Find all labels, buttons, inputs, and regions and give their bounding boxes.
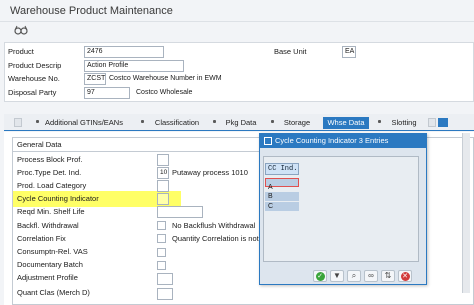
cancel-button[interactable]: ✕ bbox=[398, 270, 412, 282]
search-icon: ⌕ bbox=[351, 271, 357, 280]
popup-row-b[interactable]: B bbox=[268, 193, 273, 200]
close-icon: ✕ bbox=[400, 272, 410, 281]
row-label: Consumptn-Rel. VAS bbox=[17, 247, 88, 256]
glasses-icon[interactable] bbox=[14, 25, 28, 35]
adjustment-profile-field[interactable] bbox=[157, 273, 173, 285]
popup-title: Cycle Counting Indicator 3 Entries bbox=[275, 136, 389, 145]
reqd-min-shelf-life-field[interactable] bbox=[157, 206, 203, 218]
group-title-line bbox=[13, 151, 260, 152]
sort-button[interactable]: ⇅ bbox=[381, 270, 395, 282]
row-label: Process Block Prof. bbox=[17, 155, 83, 164]
window-title: Warehouse Product Maintenance bbox=[10, 5, 173, 17]
title-bar: Warehouse Product Maintenance bbox=[0, 0, 474, 22]
row-desc: Putaway process 1010 bbox=[172, 168, 248, 177]
warehouse-label: Warehouse No. bbox=[8, 74, 60, 83]
tab-classification[interactable]: Classification bbox=[146, 117, 208, 129]
row-label: Cycle Counting Indicator bbox=[17, 194, 99, 203]
row-label: Backfl. Withdrawal bbox=[17, 221, 79, 230]
backflush-checkbox[interactable] bbox=[157, 221, 166, 230]
tab-separator-icon bbox=[213, 120, 216, 123]
confirm-button[interactable]: ✓ bbox=[313, 270, 327, 282]
tab-whse-data[interactable]: Whse Data bbox=[323, 117, 369, 129]
row-label: Documentary Batch bbox=[17, 260, 83, 269]
documentary-batch-checkbox[interactable] bbox=[157, 261, 166, 270]
tab-separator-icon bbox=[141, 120, 144, 123]
tab-slotting[interactable]: Slotting bbox=[384, 117, 424, 129]
cycle-counting-field[interactable] bbox=[157, 193, 169, 205]
product-descrip-label: Product Descrip bbox=[8, 61, 62, 70]
tab-storage[interactable]: Storage bbox=[276, 117, 318, 129]
row-label: Proc.Type Det. Ind. bbox=[17, 168, 82, 177]
search-button[interactable]: ⌕ bbox=[347, 270, 361, 282]
warehouse-code-field[interactable]: ZCST bbox=[84, 73, 106, 85]
warehouse-desc: Costco Warehouse Number in EWM bbox=[109, 75, 222, 82]
disposal-code-field[interactable]: 97 bbox=[84, 87, 130, 99]
disposal-desc: Costco Wholesale bbox=[136, 89, 193, 96]
row-desc: Quantity Correlation is not bbox=[172, 234, 259, 243]
product-field[interactable]: 2476 bbox=[84, 46, 164, 58]
row-label: Reqd Min. Shelf Life bbox=[17, 207, 85, 216]
popup-row-c[interactable]: C bbox=[268, 203, 273, 210]
row-label: Quant Clas (Merch D) bbox=[17, 288, 90, 297]
toolbar bbox=[0, 22, 474, 40]
find-next-button[interactable]: ∞ bbox=[364, 270, 378, 282]
tab-pkg-data[interactable]: Pkg Data bbox=[218, 117, 264, 129]
proc-type-det-field[interactable]: 10 bbox=[157, 167, 169, 179]
tab-scroll-right-icon[interactable] bbox=[428, 118, 436, 127]
prod-load-category-field[interactable] bbox=[157, 180, 169, 192]
filter-button[interactable]: ▼ bbox=[330, 270, 344, 282]
popup-window-icon bbox=[264, 137, 272, 145]
popup-column-header[interactable]: CC Ind. bbox=[265, 163, 299, 175]
tab-separator-icon bbox=[378, 120, 381, 123]
quant-clas-field[interactable] bbox=[157, 288, 173, 300]
tab-list-icon[interactable] bbox=[438, 118, 448, 127]
scrollbar[interactable] bbox=[462, 133, 470, 293]
tab-separator-icon bbox=[36, 120, 39, 123]
correlation-fix-checkbox[interactable] bbox=[157, 234, 166, 243]
tab-additional-gtins[interactable]: Additional GTINs/EANs bbox=[40, 117, 128, 129]
disposal-label: Disposal Party bbox=[8, 88, 57, 97]
process-block-field[interactable] bbox=[157, 154, 169, 166]
check-icon: ✓ bbox=[315, 272, 325, 281]
popup-row-a[interactable]: A bbox=[268, 184, 273, 191]
header-panel bbox=[4, 42, 474, 102]
product-descrip-field[interactable]: Action Profile bbox=[84, 60, 184, 72]
tab-separator-icon bbox=[271, 120, 274, 123]
filter-icon: ▼ bbox=[333, 271, 341, 280]
sort-icon: ⇅ bbox=[384, 271, 392, 280]
product-label: Product bbox=[8, 47, 34, 56]
general-data-title: General Data bbox=[17, 140, 62, 149]
base-unit-field[interactable]: EA bbox=[342, 46, 356, 58]
row-desc: No Backflush Withdrawal bbox=[172, 221, 256, 230]
row-label: Adjustment Profile bbox=[17, 273, 78, 282]
row-label: Correlation Fix bbox=[17, 234, 66, 243]
binoculars-icon: ∞ bbox=[368, 271, 374, 280]
row-label: Prod. Load Category bbox=[17, 181, 87, 190]
tab-scroll-icon[interactable] bbox=[14, 118, 22, 127]
base-unit-label: Base Unit bbox=[274, 47, 307, 56]
consumptn-rel-vas-checkbox[interactable] bbox=[157, 248, 166, 257]
